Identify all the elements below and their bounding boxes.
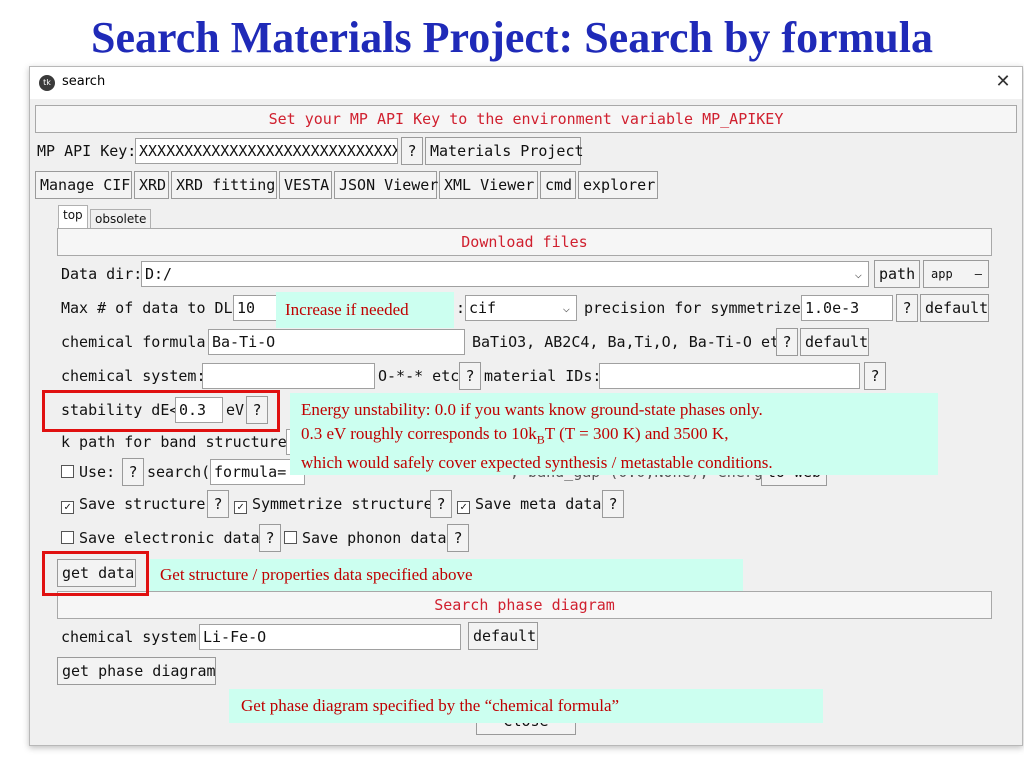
api-key-banner: Set your MP API Key to the environment v… bbox=[35, 105, 1017, 133]
symmetrize-help-button[interactable]: ? bbox=[430, 490, 452, 518]
formula-input[interactable]: Ba-Ti-O bbox=[208, 329, 465, 355]
checkbox-icon bbox=[284, 531, 297, 544]
api-key-help-button[interactable]: ? bbox=[401, 137, 423, 165]
formula-hint: BaTiO3, AB2C4, Ba,Ti,O, Ba-Ti-O etc bbox=[472, 333, 789, 351]
data-dir-value: D:/ bbox=[145, 265, 173, 283]
get-data-callout: Get structure / properties data specifie… bbox=[150, 559, 743, 591]
get-data-highlight bbox=[42, 551, 149, 596]
close-icon[interactable]: ✕ bbox=[992, 71, 1014, 93]
save-phonon-label: Save phonon data bbox=[302, 529, 447, 547]
stability-highlight bbox=[42, 390, 280, 432]
save-phonon-checkbox[interactable]: Save phonon data bbox=[284, 525, 447, 551]
format-separator: : bbox=[456, 299, 466, 317]
increase-callout: Increase if needed bbox=[276, 292, 454, 328]
data-dir-combo[interactable]: D:/ ⌵ bbox=[141, 261, 869, 287]
xrd-button[interactable]: XRD bbox=[134, 171, 169, 199]
format-combo[interactable]: cif ⌵ bbox=[465, 295, 577, 321]
precision-input[interactable]: 1.0e-3 bbox=[801, 295, 893, 321]
precision-default-button[interactable]: default bbox=[920, 294, 989, 322]
system-input[interactable] bbox=[202, 363, 375, 389]
max-data-input[interactable]: 10 bbox=[233, 295, 278, 321]
manage-cif-button[interactable]: Manage CIF bbox=[35, 171, 132, 199]
cmd-button[interactable]: cmd bbox=[540, 171, 576, 199]
json-viewer-button[interactable]: JSON Viewer bbox=[334, 171, 438, 199]
kpath-label: k path for band structure: bbox=[61, 433, 296, 451]
precision-help-button[interactable]: ? bbox=[896, 294, 918, 322]
formula-help-button[interactable]: ? bbox=[776, 328, 798, 356]
stability-callout: Energy unstability: 0.0 if you wants kno… bbox=[290, 393, 938, 475]
save-structure-help-button[interactable]: ? bbox=[207, 490, 229, 518]
save-meta-checkbox[interactable]: ✓ Save meta data bbox=[457, 491, 601, 517]
save-phonon-help-button[interactable]: ? bbox=[447, 524, 469, 552]
tab-top[interactable]: top bbox=[58, 205, 88, 229]
symmetrize-structure-checkbox[interactable]: ✓ Symmetrize structure bbox=[234, 491, 433, 517]
title-bar: tk search ✕ bbox=[30, 67, 1022, 99]
slide-title: Search Materials Project: Search by form… bbox=[91, 13, 933, 62]
path-button[interactable]: path bbox=[874, 260, 920, 288]
system-label: chemical system: bbox=[61, 367, 206, 385]
explorer-button[interactable]: explorer bbox=[578, 171, 658, 199]
max-data-label: Max # of data to DL: bbox=[61, 299, 242, 317]
phase-system-input[interactable]: Li-Fe-O bbox=[199, 624, 461, 650]
use-help-button[interactable]: ? bbox=[122, 458, 144, 486]
stability-callout-line3: which would safely cover expected synthe… bbox=[301, 453, 773, 473]
format-value: cif bbox=[469, 299, 497, 317]
checkbox-icon bbox=[61, 531, 74, 544]
get-phase-diagram-button[interactable]: get phase diagram bbox=[57, 657, 216, 685]
app-button-label: app bbox=[931, 267, 953, 281]
stability-callout-line1: Energy unstability: 0.0 if you wants kno… bbox=[301, 400, 763, 419]
stability-callout-line2-text: 0.3 eV roughly corresponds to 10k bbox=[301, 424, 537, 443]
api-key-input[interactable]: XXXXXXXXXXXXXXXXXXXXXXXXXXXXXXXXX bbox=[135, 138, 398, 164]
symmetrize-structure-label: Symmetrize structure bbox=[252, 495, 433, 513]
material-ids-input[interactable] bbox=[599, 363, 860, 389]
save-electronic-checkbox[interactable]: Save electronic data bbox=[61, 525, 260, 551]
chevron-down-icon: ⌵ bbox=[562, 301, 570, 315]
use-label: Use: bbox=[79, 463, 116, 481]
stability-callout-line2: 0.3 eV roughly corresponds to 10kBT (T =… bbox=[301, 422, 938, 451]
phase-diagram-callout: Get phase diagram specified by the “chem… bbox=[229, 689, 823, 723]
phase-system-label: chemical system: bbox=[61, 628, 206, 646]
stability-callout-subscript: B bbox=[536, 432, 545, 447]
checkbox-icon: ✓ bbox=[61, 501, 74, 514]
menu-indicator-icon: — bbox=[974, 267, 982, 281]
phase-default-button[interactable]: default bbox=[468, 622, 538, 650]
system-help-button[interactable]: ? bbox=[459, 362, 481, 390]
download-files-header: Download files bbox=[57, 228, 992, 256]
save-electronic-help-button[interactable]: ? bbox=[259, 524, 281, 552]
checkbox-icon: ✓ bbox=[457, 501, 470, 514]
use-search-checkbox[interactable]: Use: bbox=[61, 459, 115, 485]
window-title: search bbox=[62, 74, 106, 89]
material-ids-help-button[interactable]: ? bbox=[864, 362, 886, 390]
system-hint: O-*-* etc bbox=[378, 367, 460, 385]
save-structure-checkbox[interactable]: ✓ Save structure bbox=[61, 491, 205, 517]
phase-diagram-header: Search phase diagram bbox=[57, 591, 992, 619]
save-meta-help-button[interactable]: ? bbox=[602, 490, 624, 518]
vesta-button[interactable]: VESTA bbox=[279, 171, 332, 199]
precision-label: precision for symmetrize: bbox=[584, 299, 810, 317]
xrd-fitting-button[interactable]: XRD fitting bbox=[171, 171, 277, 199]
chevron-down-icon: ⌵ bbox=[854, 267, 862, 281]
formula-label: chemical formula: bbox=[61, 333, 215, 351]
save-electronic-label: Save electronic data bbox=[79, 529, 260, 547]
app-menu-button[interactable]: app — bbox=[923, 260, 989, 288]
materials-project-button[interactable]: Materials Project bbox=[425, 137, 584, 165]
checkbox-icon bbox=[61, 465, 74, 478]
save-structure-label: Save structure bbox=[79, 495, 206, 513]
stability-callout-line2-tail: T (T = 300 K) and 3500 K, bbox=[544, 424, 729, 443]
api-key-label: MP API Key: bbox=[37, 142, 137, 160]
data-dir-label: Data dir: bbox=[61, 265, 143, 283]
formula-default-button[interactable]: default bbox=[800, 328, 869, 356]
checkbox-icon: ✓ bbox=[234, 501, 247, 514]
xml-viewer-button[interactable]: XML Viewer bbox=[439, 171, 538, 199]
tab-obsolete[interactable]: obsolete bbox=[90, 209, 152, 229]
search-prefix: search( bbox=[147, 463, 211, 481]
material-ids-label: material IDs: bbox=[484, 367, 602, 385]
tk-app-icon: tk bbox=[39, 75, 55, 91]
save-meta-label: Save meta data bbox=[475, 495, 602, 513]
